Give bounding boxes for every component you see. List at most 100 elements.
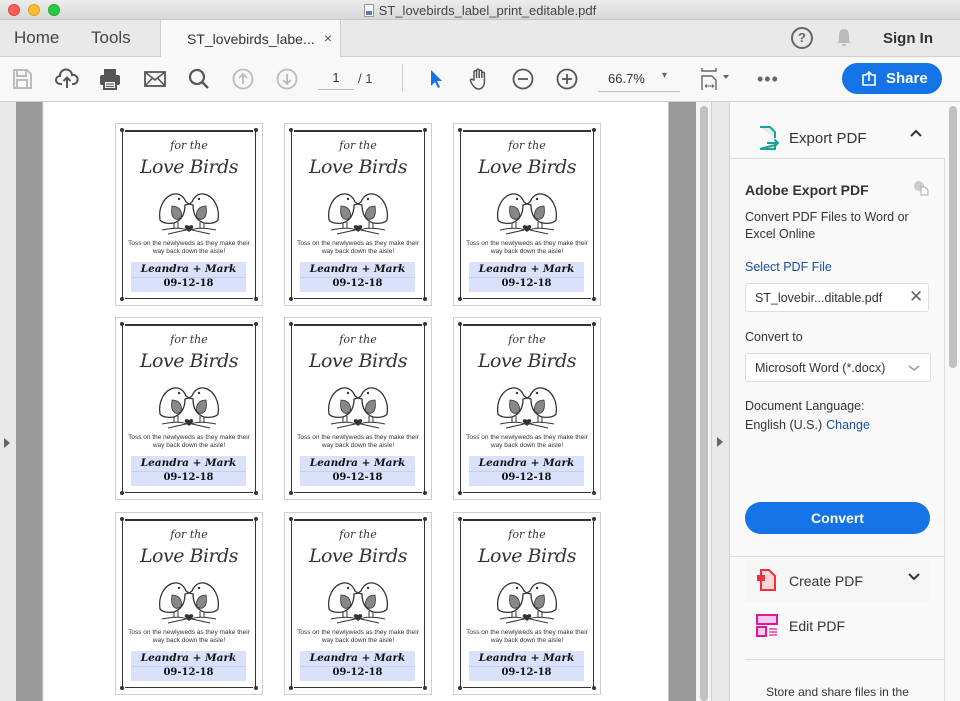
share-button[interactable]: Share	[842, 63, 942, 94]
corner-dot	[423, 491, 427, 495]
zoom-in-icon[interactable]	[555, 67, 579, 91]
window-titlebar: ST_lovebirds_label_print_editable.pdf	[0, 0, 960, 20]
label-name-band: Leandra + Mark 09-12-18	[469, 651, 584, 681]
label-name-band: Leandra + Mark 09-12-18	[131, 456, 246, 486]
label-date: 09-12-18	[501, 472, 552, 483]
window-title: ST_lovebirds_label_print_editable.pdf	[0, 3, 960, 18]
divider	[730, 158, 945, 159]
lovebirds-illustration	[158, 582, 220, 624]
label-name-band: Leandra + Mark 09-12-18	[131, 262, 246, 292]
page-up-icon[interactable]	[231, 67, 255, 91]
label-couple-names: Leandra + Mark	[309, 457, 406, 469]
zoom-level-select[interactable]: 66.7% ▾	[598, 70, 680, 92]
tab-document[interactable]: ST_lovebirds_labe... ×	[160, 20, 341, 58]
clear-file-icon[interactable]: ✕	[909, 287, 923, 307]
label-date: 09-12-18	[163, 472, 214, 483]
corner-dot	[423, 686, 427, 690]
label-for-the: for the	[508, 333, 546, 346]
print-icon[interactable]	[98, 67, 122, 91]
chevron-up-icon[interactable]	[909, 128, 923, 138]
edit-pdf-label[interactable]: Edit PDF	[789, 618, 845, 634]
edit-pdf-icon	[756, 614, 778, 637]
label-couple-names: Leandra + Mark	[140, 263, 237, 275]
label-couple-names: Leandra + Mark	[140, 652, 237, 664]
lovebirds-label: for the Love Birds Toss on the newlyweds…	[284, 317, 432, 500]
lovebirds-illustration	[496, 193, 558, 235]
label-for-the: for the	[339, 528, 377, 541]
export-pdf-title[interactable]: Export PDF	[789, 130, 867, 147]
lovebirds-illustration	[327, 193, 389, 235]
convert-format-select[interactable]: Microsoft Word (*.docx)	[745, 353, 931, 382]
label-for-the: for the	[339, 333, 377, 346]
label-message: Toss on the newlyweds as they make their…	[128, 434, 250, 449]
hand-icon[interactable]	[467, 67, 491, 91]
label-date: 09-12-18	[163, 278, 214, 289]
select-pointer-icon[interactable]	[424, 67, 448, 91]
email-icon[interactable]	[143, 67, 167, 91]
label-message: Toss on the newlyweds as they make their…	[466, 434, 588, 449]
tab-bar: Home Tools ST_lovebirds_labe... × ? Sign…	[0, 20, 960, 58]
label-message: Toss on the newlyweds as they make their…	[128, 240, 250, 255]
lovebirds-illustration	[158, 387, 220, 429]
document-language-label: Document Language:	[745, 399, 865, 413]
label-title: Love Birds	[308, 350, 408, 372]
corner-dot	[458, 322, 462, 326]
page-number-input[interactable]: 1	[318, 70, 354, 90]
label-for-the: for the	[170, 528, 208, 541]
export-description: Convert PDF Files to Word or Excel Onlin…	[745, 210, 909, 241]
corner-dot	[254, 686, 258, 690]
corner-dot	[254, 517, 258, 521]
corner-dot	[289, 686, 293, 690]
toolbar: 1 / 1 66.7% ▾ ••• Share	[0, 57, 960, 102]
corner-dot	[423, 517, 427, 521]
change-language-link[interactable]: Change	[826, 418, 870, 432]
label-message: Toss on the newlyweds as they make their…	[128, 629, 250, 644]
label-date: 09-12-18	[332, 472, 383, 483]
more-icon[interactable]: •••	[757, 69, 779, 90]
search-icon[interactable]	[187, 67, 211, 91]
collapse-right-pane-icon[interactable]	[717, 437, 723, 447]
convert-button[interactable]: Convert	[745, 502, 930, 534]
divider	[730, 556, 945, 557]
label-title: Love Birds	[477, 350, 577, 372]
create-pdf-icon	[757, 569, 776, 591]
bell-icon[interactable]	[835, 28, 853, 48]
chevron-down-icon: ▾	[662, 70, 668, 81]
lovebirds-label: for the Love Birds Toss on the newlyweds…	[453, 317, 601, 500]
tab-tools[interactable]: Tools	[91, 28, 131, 48]
tab-home[interactable]: Home	[14, 28, 59, 48]
label-name-band: Leandra + Mark 09-12-18	[300, 651, 415, 681]
label-date: 09-12-18	[332, 278, 383, 289]
window-title-text: ST_lovebirds_label_print_editable.pdf	[378, 3, 597, 18]
label-for-the: for the	[170, 333, 208, 346]
help-icon[interactable]: ?	[791, 27, 813, 49]
expand-left-pane-icon[interactable]	[4, 438, 10, 448]
pdf-file-icon	[363, 4, 374, 17]
label-title: Love Birds	[477, 156, 577, 178]
export-pdf-icon	[759, 126, 780, 150]
corner-dot	[423, 128, 427, 132]
document-viewport[interactable]: for the Love Birds Toss on the newlyweds…	[0, 102, 711, 701]
label-couple-names: Leandra + Mark	[309, 652, 406, 664]
share-label: Share	[886, 70, 928, 87]
label-for-the: for the	[339, 139, 377, 152]
zoom-out-icon[interactable]	[511, 67, 535, 91]
label-couple-names: Leandra + Mark	[478, 457, 575, 469]
create-pdf-label[interactable]: Create PDF	[789, 573, 863, 589]
close-tab-icon[interactable]: ×	[324, 30, 332, 46]
upload-cloud-icon[interactable]	[55, 67, 79, 91]
selected-file-field[interactable]: ST_lovebir...ditable.pdf ✕	[745, 283, 929, 312]
save-icon[interactable]	[10, 67, 34, 91]
select-pdf-file-link[interactable]: Select PDF File	[745, 260, 832, 274]
corner-dot	[458, 128, 462, 132]
page-down-icon[interactable]	[275, 67, 299, 91]
corner-dot	[254, 322, 258, 326]
label-title: Love Birds	[477, 545, 577, 567]
document-scrollbar-thumb[interactable]	[700, 106, 708, 701]
label-couple-names: Leandra + Mark	[478, 652, 575, 664]
lovebirds-label: for the Love Birds Toss on the newlyweds…	[115, 512, 263, 695]
sign-in-button[interactable]: Sign In	[883, 30, 933, 47]
page-fit-icon[interactable]	[700, 67, 734, 91]
chevron-down-icon[interactable]	[907, 572, 921, 582]
tools-pane-scrollbar[interactable]	[949, 106, 957, 368]
